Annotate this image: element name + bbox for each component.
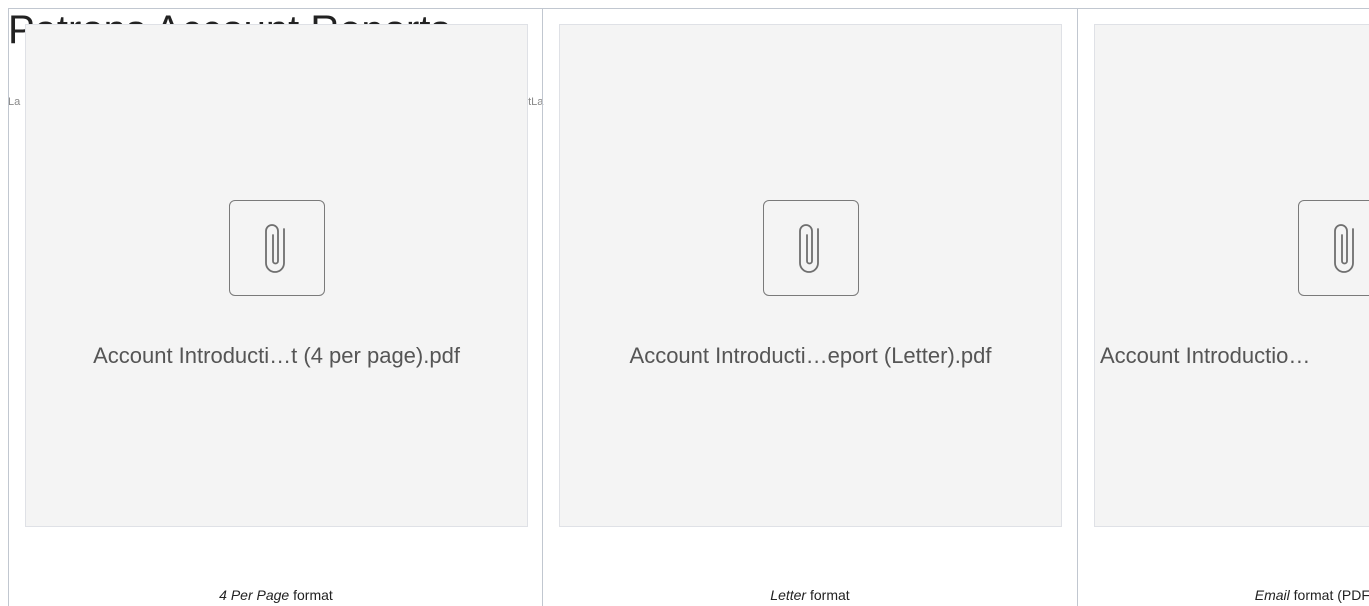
paperclip-icon bbox=[229, 200, 325, 296]
paperclip-icon-svg bbox=[1334, 224, 1354, 273]
table-column: Account Introducti…eport (Letter).pdf Le… bbox=[542, 9, 1077, 606]
attachment-preview-card[interactable]: Account Introductio… bbox=[1094, 24, 1369, 527]
paperclip-icon bbox=[1298, 200, 1369, 296]
attachment-file-name[interactable]: Account Introducti…eport (Letter).pdf bbox=[560, 343, 1061, 369]
attachment-caption: Letter format bbox=[543, 586, 1077, 604]
caption-format-name: Letter bbox=[770, 587, 807, 603]
attachment-file-name[interactable]: Account Introductio… bbox=[1100, 343, 1369, 369]
attachment-caption: Email format (PDF lists all paemail bbox=[1078, 586, 1369, 606]
caption-text: format bbox=[289, 587, 333, 603]
table-column: Account Introducti…t (4 per page).pdf 4 … bbox=[8, 9, 542, 606]
page: Patrons Account Reports La etLa Account … bbox=[0, 0, 1369, 606]
paperclip-icon-svg bbox=[799, 224, 819, 273]
attachment-preview-card[interactable]: Account Introducti…t (4 per page).pdf bbox=[25, 24, 528, 527]
caption-text: format bbox=[806, 587, 850, 603]
paperclip-icon bbox=[763, 200, 859, 296]
caption-format-name: 4 Per Page bbox=[219, 587, 290, 603]
table-column: Account Introductio… Email format (PDF l… bbox=[1077, 9, 1369, 606]
attachment-caption: 4 Per Page format bbox=[9, 586, 543, 604]
attachment-preview-card[interactable]: Account Introducti…eport (Letter).pdf bbox=[559, 24, 1062, 527]
caption-format-name: Email bbox=[1254, 587, 1290, 603]
paperclip-icon-svg bbox=[265, 224, 285, 273]
caption-text: format (PDF lists all pa bbox=[1293, 587, 1369, 603]
attachment-file-name[interactable]: Account Introducti…t (4 per page).pdf bbox=[26, 343, 527, 369]
